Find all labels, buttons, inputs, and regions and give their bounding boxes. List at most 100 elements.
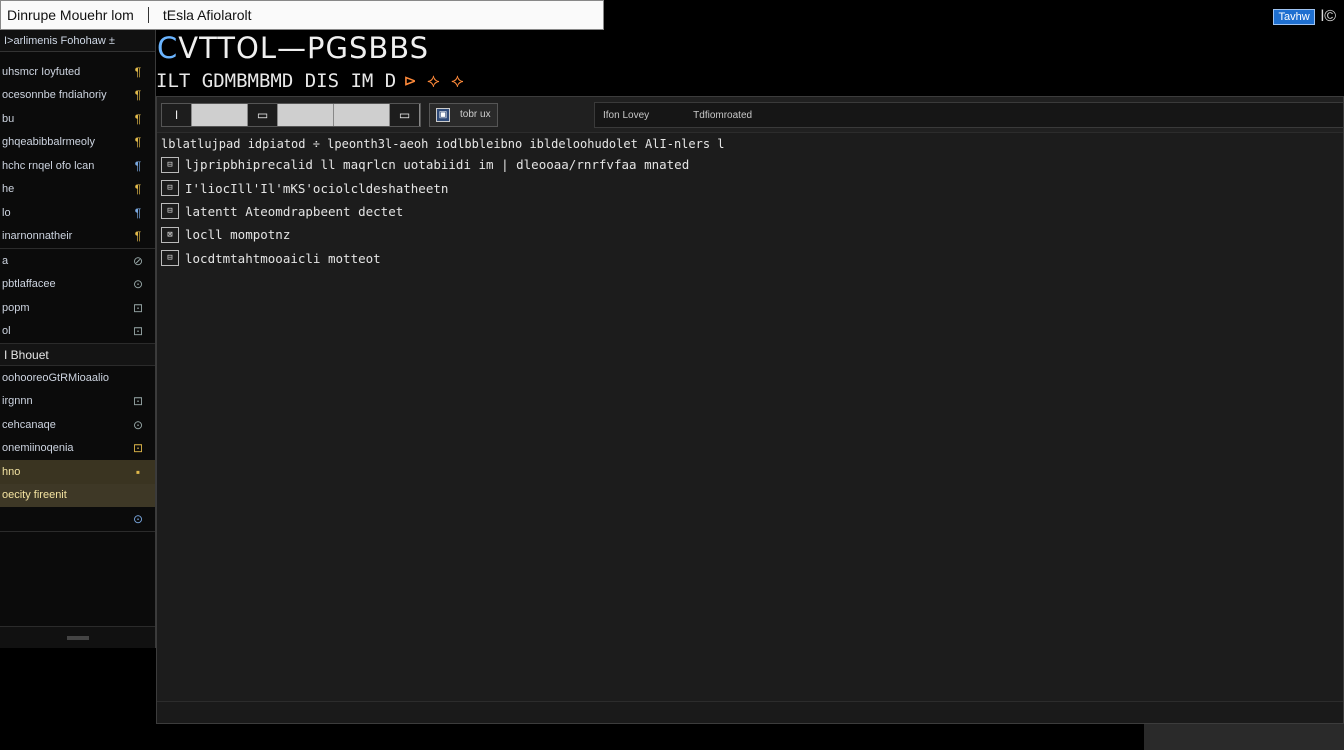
sidebar-item[interactable]: ⊙ xyxy=(0,507,155,531)
toolbar-button[interactable]: I xyxy=(162,103,192,126)
list-item[interactable]: ⊟ ljpripbhiprecalid ll maqrlcn uotabiidi … xyxy=(161,153,861,176)
sidebar-item-label: bu xyxy=(2,112,15,125)
content-list: lblatlujpad idpiatod ÷ lpeonth3l-aeoh io… xyxy=(161,135,861,270)
list-item-text: ljpripbhiprecalid ll maqrlcn uotabiidi i… xyxy=(185,157,690,173)
sidebar-item[interactable]: popm ⊡ xyxy=(0,296,155,320)
sidebar-item-label: a xyxy=(2,254,9,267)
list-item[interactable]: ⊟ locdtmtahtmooaicli motteot xyxy=(161,247,861,270)
file-icon: ⊟ xyxy=(161,180,179,197)
sidebar-group-b: a ⊘ pbtlaffacee ⊙ popm ⊡ ol ⊡ xyxy=(0,249,155,344)
segment-label: tobr ux xyxy=(460,109,491,120)
window-control-icon[interactable]: l© xyxy=(1321,8,1336,26)
sidebar-group-c: oohooreoGtRMioaalio irgnnn ⊡ cehcanaqe ⊙ o… xyxy=(0,366,155,532)
address-bar[interactable]: Dinrupe Mouehr lom tEsla Afiolarolt xyxy=(0,0,604,30)
document-icon: ¶ xyxy=(134,229,142,244)
sidebar-header-label: I>arlimenis Fohohaw ± xyxy=(4,34,115,47)
file-icon: ⊠ xyxy=(161,226,179,243)
sidebar-item[interactable]: onemiinoqenia ⊡ xyxy=(0,437,155,461)
document-icon: ¶ xyxy=(134,64,142,79)
box-icon: ⊡ xyxy=(132,441,144,456)
list-item[interactable]: ⊟ I'liocIll'Il'mKS'ociolcldeshatheetn xyxy=(161,176,861,199)
sidebar-item-label: inarnonnatheir xyxy=(2,230,73,243)
list-item-text: I'liocIll'Il'mKS'ociolcldeshatheetn xyxy=(185,180,449,196)
list-item-text: locdtmtahtmooaicli motteot xyxy=(185,250,381,266)
list-item[interactable]: ⊠ locll mompotnz xyxy=(161,223,861,246)
sidebar-item-label: ol xyxy=(2,325,11,338)
list-item-text: latentt Ateomdrapbeent dectet xyxy=(185,203,404,219)
sidebar-item[interactable]: uhsmcr Ioyfuted ¶ xyxy=(0,60,155,84)
sidebar-item[interactable]: he ¶ xyxy=(0,178,155,202)
box-icon: ⊡ xyxy=(132,324,144,339)
sidebar-item-label: hchc rnqel ofo lcan xyxy=(2,159,95,172)
box-icon: ⊡ xyxy=(132,394,144,409)
circle-icon: ⊙ xyxy=(132,511,144,526)
sidebar-group-a: uhsmcr Ioyfuted ¶ ocesonnbe fndiahoriy ¶ b… xyxy=(0,60,155,249)
sidebar: I>arlimenis Fohohaw ± uhsmcr Ioyfuted ¶ o… xyxy=(0,30,156,648)
blank-icon xyxy=(131,371,145,385)
sidebar-item-label: popm xyxy=(2,301,30,314)
subtitle-accent-icons: ⊳ ⟡ ⟡ xyxy=(404,70,464,92)
file-icon: ⊟ xyxy=(161,156,179,173)
toolbar-group-1: I ▭ ▭ xyxy=(161,102,421,127)
sidebar-item[interactable]: bu ¶ xyxy=(0,107,155,131)
subtitle: ILT GDMBMBMD DIS IM D ⊳ ⟡ ⟡ xyxy=(156,70,464,92)
status-badge[interactable]: Tavhw xyxy=(1273,9,1315,25)
sidebar-footer xyxy=(0,626,155,648)
toolbar-button[interactable]: ▭ xyxy=(390,103,420,126)
sidebar-item[interactable]: ol ⊡ xyxy=(0,320,155,344)
sidebar-item[interactable]: ghqeabibbalrmeoly ¶ xyxy=(0,131,155,155)
sidebar-item-label: he xyxy=(2,183,15,196)
title-prefix: C xyxy=(157,31,179,65)
sidebar-item-label: oohooreoGtRMioaalio xyxy=(2,371,110,384)
sidebar-item[interactable]: lo ¶ xyxy=(0,201,155,225)
column-header[interactable]: Tdfiomroated xyxy=(693,110,752,121)
sidebar-group-title: I Bhouet xyxy=(0,344,155,366)
sidebar-item[interactable]: oohooreoGtRMioaalio xyxy=(0,366,155,390)
sidebar-item[interactable]: pbtlaffacee ⊙ xyxy=(0,273,155,297)
divider xyxy=(147,7,149,23)
sidebar-item[interactable]: cehcanaqe ⊙ xyxy=(0,413,155,437)
list-item[interactable]: ⊟ latentt Ateomdrapbeent dectet xyxy=(161,200,861,223)
right-panel-header: Ifon Lovey Tdfiomroated xyxy=(594,102,1344,128)
toolbar-button[interactable] xyxy=(334,103,390,126)
sidebar-item-label: pbtlaffacee xyxy=(2,278,56,291)
list-header: lblatlujpad idpiatod ÷ lpeonth3l-aeoh io… xyxy=(161,137,725,151)
toolbar-button[interactable] xyxy=(278,103,334,126)
square-icon: ▪ xyxy=(135,464,141,479)
document-icon: ¶ xyxy=(134,205,142,220)
sidebar-item[interactable]: hchc rnqel ofo lcan ¶ xyxy=(0,154,155,178)
sidebar-header[interactable]: I>arlimenis Fohohaw ± xyxy=(0,30,155,52)
toolbar-button[interactable]: ▭ xyxy=(248,103,278,126)
resize-handle[interactable] xyxy=(66,635,89,640)
toolbar-button[interactable] xyxy=(192,103,248,126)
search-left-text: Dinrupe Mouehr lom xyxy=(7,7,134,23)
sidebar-item-label: irgnnn xyxy=(2,395,33,408)
sidebar-item[interactable]: inarnonnatheir ¶ xyxy=(0,225,155,249)
sidebar-item-selected[interactable]: oecity fireenit xyxy=(0,483,155,507)
document-icon: ¶ xyxy=(134,135,142,150)
document-icon: ¶ xyxy=(134,182,142,197)
document-icon: ¶ xyxy=(134,158,142,173)
sidebar-item-label: ghqeabibbalrmeoly xyxy=(2,136,95,149)
circle-icon: ⊙ xyxy=(132,277,144,292)
sidebar-item-label: lo xyxy=(2,206,11,219)
link-icon: ⊘ xyxy=(132,253,144,268)
sidebar-item-selected[interactable]: hno ▪ xyxy=(0,460,155,484)
sidebar-item[interactable]: a ⊘ xyxy=(0,249,155,273)
document-icon: ¶ xyxy=(134,111,142,126)
sidebar-item[interactable]: ocesonnbe fndiahoriy ¶ xyxy=(0,84,155,108)
search-right-text: tEsla Afiolarolt xyxy=(162,7,252,23)
corner-panel xyxy=(1144,724,1344,750)
sidebar-item-label: ocesonnbe fndiahoriy xyxy=(2,89,107,102)
sidebar-item[interactable]: irgnnn ⊡ xyxy=(0,390,155,414)
checkbox-icon: ▣ xyxy=(436,107,450,122)
column-header[interactable]: Ifon Lovey xyxy=(603,110,649,121)
status-bar xyxy=(157,701,1343,723)
toolbar-segment[interactable]: ▣ tobr ux xyxy=(429,102,498,127)
sidebar-item-label: cehcanaqe xyxy=(2,418,56,431)
sidebar-item-label: onemiinoqenia xyxy=(2,442,74,455)
file-icon: ⊟ xyxy=(161,250,179,267)
box-icon: ⊡ xyxy=(132,300,144,315)
subtitle-text: ILT GDMBMBMD DIS IM D xyxy=(156,70,397,92)
top-right-controls: Tavhw l© xyxy=(1273,8,1336,26)
